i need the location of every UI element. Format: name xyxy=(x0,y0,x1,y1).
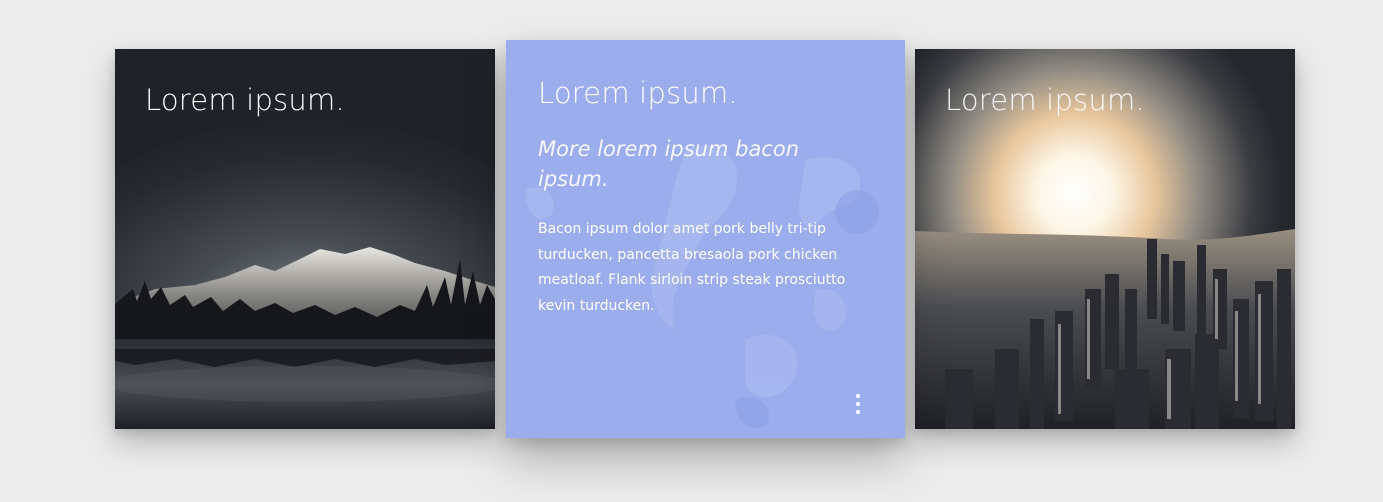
menu-dot xyxy=(856,394,860,398)
card-mountain[interactable]: Lorem ipsum. xyxy=(115,49,495,429)
more-vertical-icon[interactable] xyxy=(851,390,865,420)
card-title: Lorem ipsum. xyxy=(945,83,1145,117)
menu-dot xyxy=(856,410,860,414)
card-featured[interactable]: Lorem ipsum. More lorem ipsum bacon ipsu… xyxy=(506,40,905,438)
card-gallery: Lorem ipsum. Lorem ipsum. More lorem ips… xyxy=(0,0,1383,502)
card-subtitle: More lorem ipsum bacon ipsum. xyxy=(538,137,800,191)
card-title: Lorem ipsum. xyxy=(538,76,738,110)
card-body-text: Bacon ipsum dolor amet pork belly tri-ti… xyxy=(538,221,846,314)
card-title: Lorem ipsum. xyxy=(145,83,345,117)
menu-dot xyxy=(856,402,860,406)
card-city[interactable]: Lorem ipsum. xyxy=(915,49,1295,429)
